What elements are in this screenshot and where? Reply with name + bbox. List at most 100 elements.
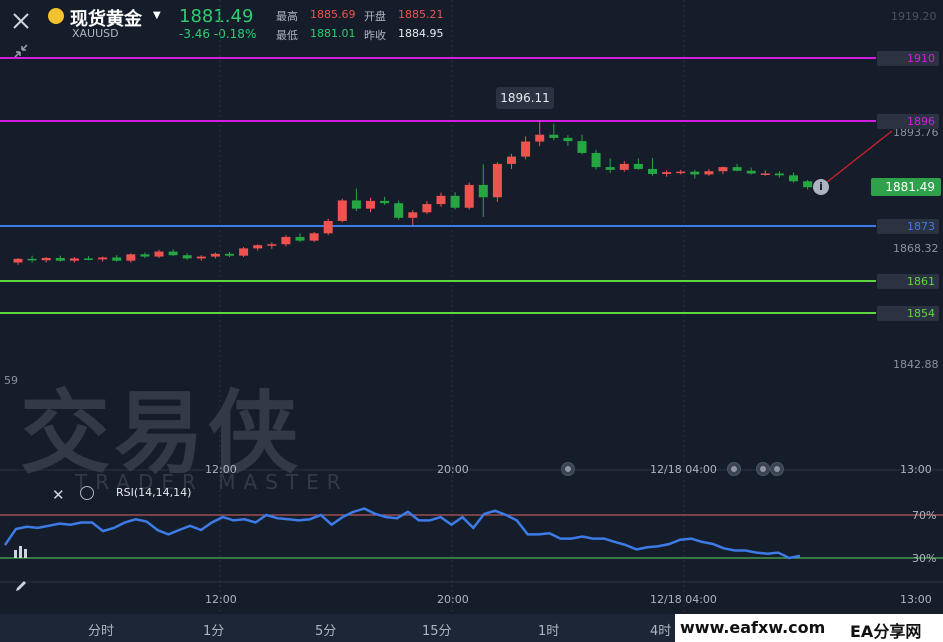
candle-body: [577, 141, 587, 153]
brand-url: www.eafxw.com: [680, 618, 826, 637]
candle-body: [41, 257, 51, 261]
timeframe-bar: 分时 1分 5分 15分 1时 4时 www.eafxw.com EA分享网: [0, 614, 943, 642]
candle-body: [210, 253, 220, 257]
event-marker-icon[interactable]: [727, 462, 741, 476]
candle-body: [521, 141, 531, 157]
candle-body: [704, 171, 714, 175]
candle-body: [140, 254, 150, 257]
current-price-badge: 1881.49: [871, 178, 941, 196]
rsi-70-label: 70%: [912, 509, 937, 522]
close-rsi-icon[interactable]: ✕: [52, 486, 65, 504]
candle-body: [253, 245, 263, 249]
y-tick-left: 59: [4, 374, 18, 387]
candle-body: [84, 258, 93, 260]
candle-body: [126, 254, 136, 261]
time-tick-3: 12/18 04:00: [650, 463, 717, 476]
candle-body: [690, 171, 700, 175]
y-tick-3: 1868.32: [893, 242, 939, 255]
peak-tooltip: 1896.11: [496, 87, 554, 109]
candlestick-series: [13, 120, 813, 265]
candle-body: [464, 184, 474, 208]
time-tick-2b: 20:00: [437, 593, 469, 606]
candle-body: [408, 212, 418, 218]
candle-body: [803, 181, 813, 188]
level-badge-1910: 1910: [877, 51, 939, 66]
candle-body: [55, 257, 65, 261]
candle-body: [662, 172, 672, 174]
candle-body: [718, 167, 728, 172]
candle-body: [196, 256, 206, 259]
candle-body: [239, 248, 249, 256]
candle-body: [422, 204, 432, 213]
candle-body: [619, 163, 629, 170]
tab-1min[interactable]: 1分: [203, 620, 224, 639]
candle-body: [112, 257, 122, 261]
time-tick-4: 13:00: [900, 463, 932, 476]
tab-15min[interactable]: 15分: [422, 620, 452, 639]
tab-4hour[interactable]: 4时: [650, 620, 671, 639]
event-marker-icon[interactable]: [756, 462, 770, 476]
candle-body: [351, 200, 361, 209]
candle-body: [732, 167, 742, 171]
time-tick-4b: 13:00: [900, 593, 932, 606]
candle-body: [591, 152, 601, 168]
candle-body: [394, 203, 404, 218]
candle-body: [535, 134, 545, 142]
candle-body: [563, 137, 573, 142]
y-tick-1: 1919.20: [891, 10, 937, 23]
candle-body: [492, 163, 502, 198]
candle-body: [450, 195, 460, 208]
time-tick-1b: 12:00: [205, 593, 237, 606]
time-tick-2: 20:00: [437, 463, 469, 476]
tab-5min[interactable]: 5分: [315, 620, 336, 639]
candle-body: [69, 258, 79, 261]
info-icon[interactable]: i: [813, 179, 829, 195]
level-badge-1896: 1896: [877, 114, 939, 129]
tab-timeshare[interactable]: 分时: [88, 620, 114, 639]
candle-body: [323, 220, 333, 234]
time-tick-3b: 12/18 04:00: [650, 593, 717, 606]
level-badge-1861: 1861: [877, 274, 939, 289]
candle-body: [225, 253, 234, 256]
candle-body: [267, 244, 277, 246]
time-tick-1: 12:00: [205, 463, 237, 476]
candle-body: [309, 233, 319, 241]
rsi-line: [3, 507, 801, 560]
event-marker-icon[interactable]: [770, 462, 784, 476]
y-tick-4: 1842.88: [893, 358, 939, 371]
tab-1hour[interactable]: 1时: [538, 620, 559, 639]
candle-body: [760, 173, 770, 175]
rsi-label: RSI(14,14,14): [116, 486, 192, 499]
candle-body: [605, 167, 615, 170]
pencil-icon[interactable]: [6, 571, 36, 601]
price-chart[interactable]: [0, 0, 943, 614]
rsi-30-label: 30%: [912, 552, 937, 565]
candle-body: [295, 236, 305, 241]
level-badge-1854: 1854: [877, 306, 939, 321]
level-badge-1873: 1873: [877, 219, 939, 234]
event-marker-icon[interactable]: [561, 462, 575, 476]
candle-body: [27, 258, 37, 261]
candle-body: [436, 195, 446, 205]
settings-icon[interactable]: [80, 486, 94, 500]
candle-body: [168, 251, 178, 256]
candle-body: [676, 171, 686, 174]
brand-name: EA分享网: [850, 622, 922, 641]
candle-body: [366, 200, 375, 209]
candle-body: [507, 156, 516, 164]
candle-body: [337, 200, 347, 221]
indicator-icon[interactable]: [6, 536, 36, 566]
candle-body: [633, 163, 643, 169]
candle-body: [774, 173, 784, 176]
candle-body: [98, 257, 108, 260]
candle-body: [746, 170, 756, 174]
candle-body: [789, 175, 798, 182]
candle-body: [380, 200, 390, 204]
candle-body: [13, 258, 23, 263]
candle-body: [478, 184, 488, 198]
candle-body: [182, 255, 192, 259]
candle-body: [648, 168, 657, 174]
candle-body: [549, 134, 559, 138]
candle-body: [154, 251, 164, 257]
candle-body: [281, 236, 291, 245]
